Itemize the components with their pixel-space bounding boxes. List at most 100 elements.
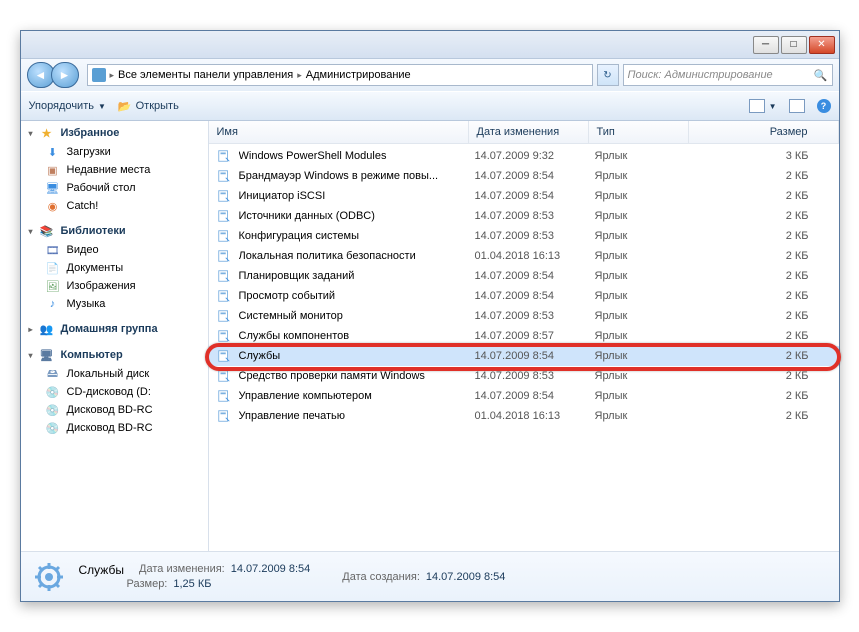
tree-item-video[interactable]: 🎞Видео — [21, 241, 208, 259]
tree-item-hdd[interactable]: 🖴Локальный диск — [21, 365, 208, 383]
file-row[interactable]: Планировщик заданий14.07.2009 8:54Ярлык2… — [209, 266, 839, 286]
collapse-icon: ▾ — [29, 227, 33, 236]
breadcrumb-item[interactable]: Все элементы панели управления — [118, 69, 293, 81]
file-row[interactable]: Просмотр событий14.07.2009 8:54Ярлык2 КБ — [209, 286, 839, 306]
file-name: Просмотр событий — [239, 290, 475, 302]
maximize-button[interactable]: □ — [781, 36, 807, 54]
computer-icon: 🖥 — [39, 348, 55, 362]
file-name: Управление компьютером — [239, 390, 475, 402]
tree-item-cd[interactable]: 💿CD-дисковод (D: — [21, 383, 208, 401]
file-row[interactable]: Средство проверки памяти Windows14.07.20… — [209, 366, 839, 386]
help-button[interactable]: ? — [817, 99, 831, 113]
minimize-button[interactable]: ─ — [753, 36, 779, 54]
file-row[interactable]: Брандмауэр Windows в режиме повы...14.07… — [209, 166, 839, 186]
tree-libraries[interactable]: ▾📚Библиотеки — [21, 221, 208, 241]
file-row[interactable]: Управление компьютером14.07.2009 8:54Ярл… — [209, 386, 839, 406]
shortcut-icon — [215, 388, 233, 404]
close-button[interactable]: ✕ — [809, 36, 835, 54]
file-date: 14.07.2009 8:54 — [475, 350, 595, 362]
tree-item-desktop[interactable]: 🖥Рабочий стол — [21, 179, 208, 197]
file-size: 2 КБ — [695, 230, 839, 242]
details-created-label: Дата создания: — [342, 571, 420, 583]
tree-item-catch[interactable]: ◉Catch! — [21, 197, 208, 215]
tree-item-recent[interactable]: ▣Недавние места — [21, 161, 208, 179]
file-date: 14.07.2009 8:53 — [475, 370, 595, 382]
shortcut-icon — [215, 208, 233, 224]
file-date: 14.07.2009 8:54 — [475, 290, 595, 302]
tree-computer[interactable]: ▾🖥Компьютер — [21, 345, 208, 365]
breadcrumb-item[interactable]: Администрирование — [306, 69, 411, 81]
tree-homegroup[interactable]: ▸👥Домашняя группа — [21, 319, 208, 339]
file-row[interactable]: Конфигурация системы14.07.2009 8:53Ярлык… — [209, 226, 839, 246]
file-size: 2 КБ — [695, 390, 839, 402]
preview-pane-button[interactable] — [789, 99, 805, 113]
file-size: 2 КБ — [695, 410, 839, 422]
file-name: Брандмауэр Windows в режиме повы... — [239, 170, 475, 182]
search-input[interactable]: Поиск: Администрирование 🔍 — [623, 64, 833, 86]
tree-item-images[interactable]: 🖼Изображения — [21, 277, 208, 295]
file-type: Ярлык — [595, 290, 695, 302]
col-date[interactable]: Дата изменения — [469, 121, 589, 143]
video-icon: 🎞 — [45, 243, 61, 257]
file-row[interactable]: Службы14.07.2009 8:54Ярлык2 КБ — [209, 346, 839, 366]
column-headers: Имя Дата изменения Тип Размер — [209, 121, 839, 144]
file-type: Ярлык — [595, 330, 695, 342]
file-name: Средство проверки памяти Windows — [239, 370, 475, 382]
details-pane: Службы Дата изменения: 14.07.2009 8:54 Р… — [21, 551, 839, 601]
col-type[interactable]: Тип — [589, 121, 689, 143]
chevron-right-icon: ▸ — [297, 70, 302, 81]
shortcut-icon — [215, 148, 233, 164]
file-size: 2 КБ — [695, 210, 839, 222]
col-name[interactable]: Имя — [209, 121, 469, 143]
chevron-down-icon: ▼ — [769, 102, 777, 111]
file-row[interactable]: Системный монитор14.07.2009 8:53Ярлык2 К… — [209, 306, 839, 326]
tree-item-music[interactable]: ♪Музыка — [21, 295, 208, 313]
view-menu[interactable]: ▼ — [749, 99, 777, 113]
tree-favorites[interactable]: ▾★Избранное — [21, 123, 208, 143]
file-row[interactable]: Инициатор iSCSI14.07.2009 8:54Ярлык2 КБ — [209, 186, 839, 206]
file-date: 01.04.2018 16:13 — [475, 250, 595, 262]
open-button[interactable]: 📂 Открыть — [118, 100, 179, 113]
file-name: Локальная политика безопасности — [239, 250, 475, 262]
file-date: 14.07.2009 8:54 — [475, 170, 595, 182]
details-title: Службы — [79, 563, 124, 577]
file-row[interactable]: Windows PowerShell Modules14.07.2009 9:3… — [209, 146, 839, 166]
file-name: Службы компонентов — [239, 330, 475, 342]
file-size: 2 КБ — [695, 290, 839, 302]
collapse-icon: ▾ — [29, 129, 33, 138]
details-mod-label: Дата изменения: — [139, 563, 225, 577]
col-size[interactable]: Размер — [689, 121, 839, 143]
expand-icon: ▸ — [29, 325, 33, 334]
file-row[interactable]: Управление печатью01.04.2018 16:13Ярлык2… — [209, 406, 839, 426]
bd-icon: 💿 — [45, 403, 61, 417]
explorer-window: ─ □ ✕ ◄ ► ▸ Все элементы панели управлен… — [20, 30, 840, 602]
tree-item-bd2[interactable]: 💿Дисковод BD-RC — [21, 419, 208, 437]
tree-item-downloads[interactable]: ⬇Загрузки — [21, 143, 208, 161]
file-type: Ярлык — [595, 370, 695, 382]
file-size: 3 КБ — [695, 150, 839, 162]
star-icon: ★ — [39, 126, 55, 140]
file-date: 14.07.2009 8:54 — [475, 390, 595, 402]
refresh-button[interactable]: ↻ — [597, 64, 619, 86]
tree-item-documents[interactable]: 📄Документы — [21, 259, 208, 277]
homegroup-icon: 👥 — [39, 322, 55, 336]
shortcut-icon — [215, 368, 233, 384]
file-type: Ярлык — [595, 410, 695, 422]
cd-icon: 💿 — [45, 385, 61, 399]
file-date: 01.04.2018 16:13 — [475, 410, 595, 422]
address-bar[interactable]: ▸ Все элементы панели управления ▸ Админ… — [87, 64, 593, 86]
file-type: Ярлык — [595, 270, 695, 282]
file-name: Windows PowerShell Modules — [239, 150, 475, 162]
control-panel-icon — [92, 68, 106, 82]
file-row[interactable]: Службы компонентов14.07.2009 8:57Ярлык2 … — [209, 326, 839, 346]
file-row[interactable]: Источники данных (ODBC)14.07.2009 8:53Яр… — [209, 206, 839, 226]
file-size: 2 КБ — [695, 190, 839, 202]
forward-button[interactable]: ► — [51, 62, 79, 88]
file-type: Ярлык — [595, 350, 695, 362]
file-date: 14.07.2009 9:32 — [475, 150, 595, 162]
search-placeholder: Поиск: Администрирование — [628, 69, 773, 81]
file-row[interactable]: Локальная политика безопасности01.04.201… — [209, 246, 839, 266]
tree-item-bd1[interactable]: 💿Дисковод BD-RC — [21, 401, 208, 419]
file-type: Ярлык — [595, 170, 695, 182]
organize-menu[interactable]: Упорядочить ▼ — [29, 100, 106, 112]
